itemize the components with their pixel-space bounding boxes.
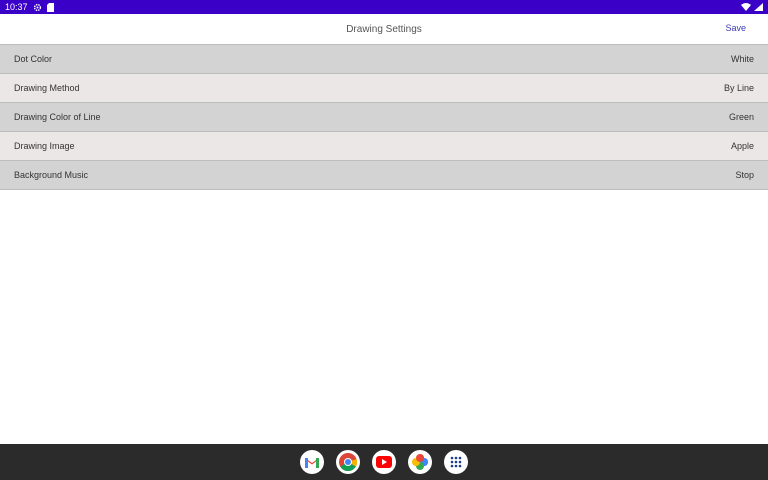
setting-label: Drawing Method xyxy=(14,83,80,93)
setting-value: By Line xyxy=(723,83,754,93)
setting-row-line-color[interactable]: Drawing Color of Line Green xyxy=(0,102,768,131)
page-title: Drawing Settings xyxy=(346,23,422,35)
setting-value: Stop xyxy=(735,170,754,180)
setting-label: Dot Color xyxy=(14,54,53,64)
setting-label: Drawing Color of Line xyxy=(14,112,101,122)
app-bar: Drawing Settings Save xyxy=(0,14,768,44)
setting-row-drawing-image[interactable]: Drawing Image Apple xyxy=(0,131,768,160)
settings-icon xyxy=(33,3,42,12)
app-drawer-icon[interactable] xyxy=(444,450,468,474)
status-right xyxy=(741,3,763,11)
setting-row-background-music[interactable]: Background Music Stop xyxy=(0,160,768,190)
gmail-icon[interactable] xyxy=(300,450,324,474)
status-left: 10:37 xyxy=(5,2,54,12)
wifi-icon xyxy=(741,3,751,11)
status-bar: 10:37 xyxy=(0,0,768,14)
setting-value: White xyxy=(730,54,754,64)
battery-icon xyxy=(754,3,763,11)
setting-label: Drawing Image xyxy=(14,141,75,151)
save-button[interactable]: Save xyxy=(725,23,746,33)
taskbar xyxy=(0,444,768,480)
settings-list: Dot Color White Drawing Method By Line D… xyxy=(0,44,768,190)
setting-value: Apple xyxy=(730,141,754,151)
setting-row-dot-color[interactable]: Dot Color White xyxy=(0,44,768,73)
youtube-icon[interactable] xyxy=(372,450,396,474)
chrome-icon[interactable] xyxy=(336,450,360,474)
setting-row-drawing-method[interactable]: Drawing Method By Line xyxy=(0,73,768,102)
setting-value: Green xyxy=(728,112,754,122)
sim-card-icon xyxy=(46,2,54,12)
photos-icon[interactable] xyxy=(408,450,432,474)
setting-label: Background Music xyxy=(14,170,89,180)
status-time: 10:37 xyxy=(5,2,28,12)
